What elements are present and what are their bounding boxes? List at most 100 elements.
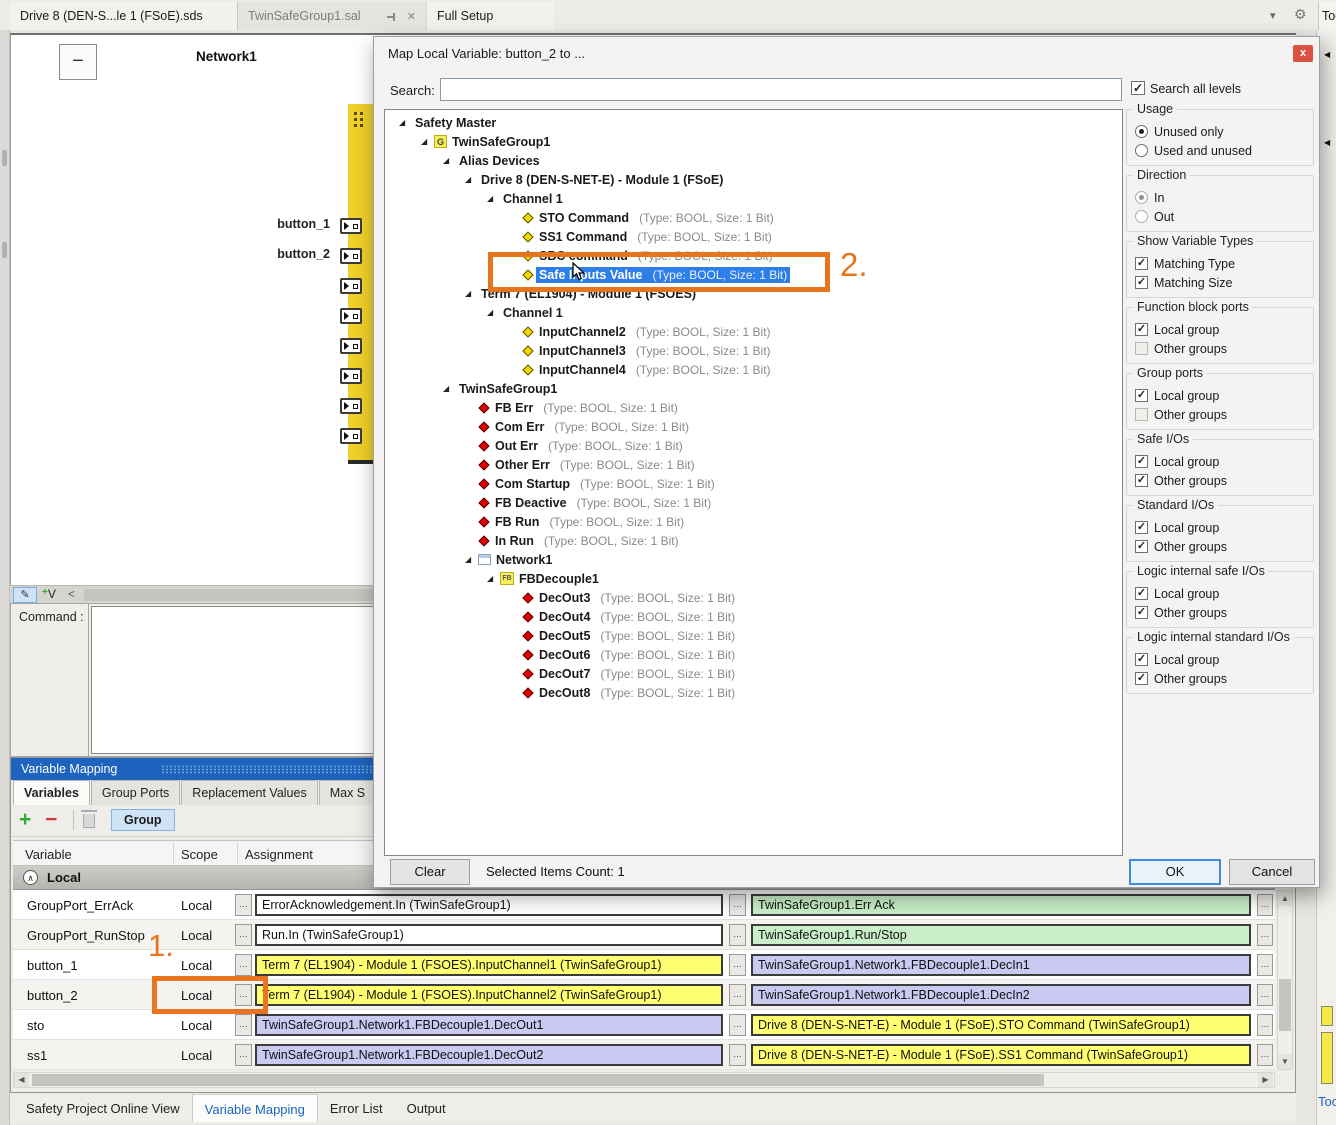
input-pin-icon[interactable] (340, 218, 362, 234)
target-box[interactable]: Drive 8 (DEN-S-NET-E) - Module 1 (FSoE).… (751, 1044, 1251, 1066)
scroll-left-icon[interactable]: ◀ (14, 1073, 29, 1087)
ellipsis-button[interactable]: … (1257, 894, 1273, 916)
tree-item[interactable]: SS1 Command(Type: BOOL, Size: 1 Bit) (385, 227, 1122, 246)
scrollbar-thumb[interactable] (1279, 979, 1291, 1031)
ellipsis-button[interactable]: … (729, 954, 746, 976)
scroll-down-icon[interactable]: ▼ (1278, 1054, 1292, 1069)
tree-item[interactable]: FB Err(Type: BOOL, Size: 1 Bit) (385, 398, 1122, 417)
tree-item[interactable]: Other Err(Type: BOOL, Size: 1 Bit) (385, 455, 1122, 474)
ellipsis-button[interactable]: … (729, 1044, 746, 1066)
expander-icon[interactable]: ◢ (465, 289, 478, 298)
status-tab-output[interactable]: Output (395, 1094, 458, 1122)
tree-item[interactable]: ◢Network1 (385, 550, 1122, 569)
clear-button[interactable]: Clear (390, 859, 470, 885)
assignment-box[interactable]: Term 7 (EL1904) - Module 1 (FSOES).Input… (255, 984, 723, 1006)
checkbox-option[interactable]: ✓Matching Type (1135, 254, 1305, 273)
checkbox-option[interactable]: ✓Local group (1135, 650, 1305, 669)
ellipsis-button[interactable]: … (1257, 1014, 1273, 1036)
tree-item[interactable]: DecOut3(Type: BOOL, Size: 1 Bit) (385, 588, 1122, 607)
checkbox-option[interactable]: ✓Other groups (1135, 537, 1305, 556)
ellipsis-button[interactable]: … (235, 894, 252, 916)
tree-item[interactable]: Out Err(Type: BOOL, Size: 1 Bit) (385, 436, 1122, 455)
tab-drive8-sds[interactable]: Drive 8 (DEN-S...le 1 (FSoE).sds (10, 2, 238, 30)
ellipsis-button[interactable]: … (729, 984, 746, 1006)
ellipsis-button[interactable]: … (1257, 954, 1273, 976)
tab-twinsafegroup1-sal[interactable]: TwinSafeGroup1.sal ✕ (238, 2, 426, 30)
radio-option[interactable]: In (1135, 188, 1305, 207)
scroll-up-icon[interactable]: ▲ (1278, 891, 1292, 906)
search-input[interactable] (440, 78, 1122, 101)
mapping-tab[interactable]: Max S (319, 780, 376, 805)
scroll-right-icon[interactable]: ▶ (1258, 1073, 1273, 1087)
ellipsis-button[interactable]: … (729, 1014, 746, 1036)
ellipsis-button[interactable]: … (1257, 924, 1273, 946)
input-pin-icon[interactable] (340, 428, 362, 444)
ok-button[interactable]: OK (1129, 859, 1221, 885)
column-variable[interactable]: Variable (25, 847, 72, 862)
column-assignment[interactable]: Assignment (245, 847, 313, 862)
input-pin-icon[interactable] (340, 338, 362, 354)
mapping-tab[interactable]: Variables (13, 780, 90, 805)
cancel-button[interactable]: Cancel (1229, 859, 1315, 885)
ellipsis-button[interactable]: … (1257, 1044, 1273, 1066)
tree-item[interactable]: DecOut7(Type: BOOL, Size: 1 Bit) (385, 664, 1122, 683)
edit-mode-icon[interactable]: ✎ (13, 587, 37, 603)
ellipsis-button[interactable]: … (235, 924, 252, 946)
target-box[interactable]: Drive 8 (DEN-S-NET-E) - Module 1 (FSoE).… (751, 1014, 1251, 1036)
tree-item[interactable]: FB Run(Type: BOOL, Size: 1 Bit) (385, 512, 1122, 531)
pin-icon[interactable] (387, 13, 396, 22)
checkbox-option[interactable]: Other groups (1135, 405, 1305, 424)
toolbox-tab-clipped[interactable]: Too (1318, 2, 1336, 30)
input-pin-icon[interactable] (340, 398, 362, 414)
tree-item[interactable]: ◢TwinSafeGroup1 (385, 379, 1122, 398)
input-pin-icon[interactable] (340, 278, 362, 294)
close-dialog-button[interactable]: x (1293, 45, 1313, 62)
checkbox-option[interactable]: ✓Local group (1135, 518, 1305, 537)
mapping-tab[interactable]: Replacement Values (181, 780, 317, 805)
checkbox-option[interactable]: ✓Local group (1135, 584, 1305, 603)
tree-item[interactable]: InputChannel4(Type: BOOL, Size: 1 Bit) (385, 360, 1122, 379)
tree-item[interactable]: InputChannel2(Type: BOOL, Size: 1 Bit) (385, 322, 1122, 341)
tree-item[interactable]: STO Command(Type: BOOL, Size: 1 Bit) (385, 208, 1122, 227)
target-box[interactable]: TwinSafeGroup1.Err Ack (751, 894, 1251, 916)
tab-full-setup[interactable]: Full Setup (426, 2, 554, 30)
mapping-tab[interactable]: Group Ports (91, 780, 180, 805)
add-icon[interactable]: + (19, 808, 31, 832)
column-scope[interactable]: Scope (181, 847, 218, 862)
ellipsis-button[interactable]: … (1257, 984, 1273, 1006)
status-tab-error-list[interactable]: Error List (318, 1094, 395, 1122)
horizontal-scrollbar[interactable]: ◀ ▶ (13, 1072, 1275, 1088)
expander-icon[interactable]: ◢ (421, 137, 434, 146)
collapse-group-icon[interactable]: ∧ (23, 870, 38, 885)
status-tab-safety-project-online-view[interactable]: Safety Project Online View (14, 1094, 192, 1122)
collapse-network-button[interactable]: − (59, 44, 97, 80)
checkbox-option[interactable]: ✓Other groups (1135, 669, 1305, 688)
tree-item[interactable]: ◢Drive 8 (DEN-S-NET-E) - Module 1 (FSoE) (385, 170, 1122, 189)
checkbox-option[interactable]: ✓Other groups (1135, 603, 1305, 622)
close-tab-icon[interactable]: ✕ (407, 10, 416, 23)
ellipsis-button[interactable]: … (235, 1014, 252, 1036)
checkbox-option[interactable]: ✓Local group (1135, 452, 1305, 471)
vertical-scrollbar[interactable]: ▲ ▼ (1277, 890, 1293, 1070)
expander-icon[interactable]: ◢ (487, 308, 500, 317)
gear-icon[interactable]: ⚙ (1294, 6, 1307, 23)
radio-option[interactable]: Unused only (1135, 122, 1305, 141)
tree-item[interactable]: DecOut6(Type: BOOL, Size: 1 Bit) (385, 645, 1122, 664)
tree-item[interactable]: ◢Channel 1 (385, 189, 1122, 208)
tree-item[interactable]: ◢GTwinSafeGroup1 (385, 132, 1122, 151)
expander-icon[interactable]: ◢ (465, 555, 478, 564)
target-box[interactable]: TwinSafeGroup1.Run/Stop (751, 924, 1251, 946)
expander-icon[interactable]: ◢ (443, 156, 456, 165)
assignment-box[interactable]: ErrorAcknowledgement.In (TwinSafeGroup1) (255, 894, 723, 916)
tree-item[interactable]: ◢Alias Devices (385, 151, 1122, 170)
tree-item[interactable]: In Run(Type: BOOL, Size: 1 Bit) (385, 531, 1122, 550)
search-all-levels-checkbox[interactable]: ✓ (1131, 81, 1145, 95)
expander-icon[interactable]: ◢ (487, 574, 500, 583)
tree-item[interactable]: FB Deactive(Type: BOOL, Size: 1 Bit) (385, 493, 1122, 512)
tree-item[interactable]: DecOut8(Type: BOOL, Size: 1 Bit) (385, 683, 1122, 702)
assignment-box[interactable]: Term 7 (EL1904) - Module 1 (FSOES).Input… (255, 954, 723, 976)
ellipsis-button[interactable]: … (235, 954, 252, 976)
remove-icon[interactable]: − (45, 808, 57, 832)
scroll-left-icon[interactable]: < (68, 587, 75, 601)
checkbox-option[interactable]: ✓Other groups (1135, 471, 1305, 490)
